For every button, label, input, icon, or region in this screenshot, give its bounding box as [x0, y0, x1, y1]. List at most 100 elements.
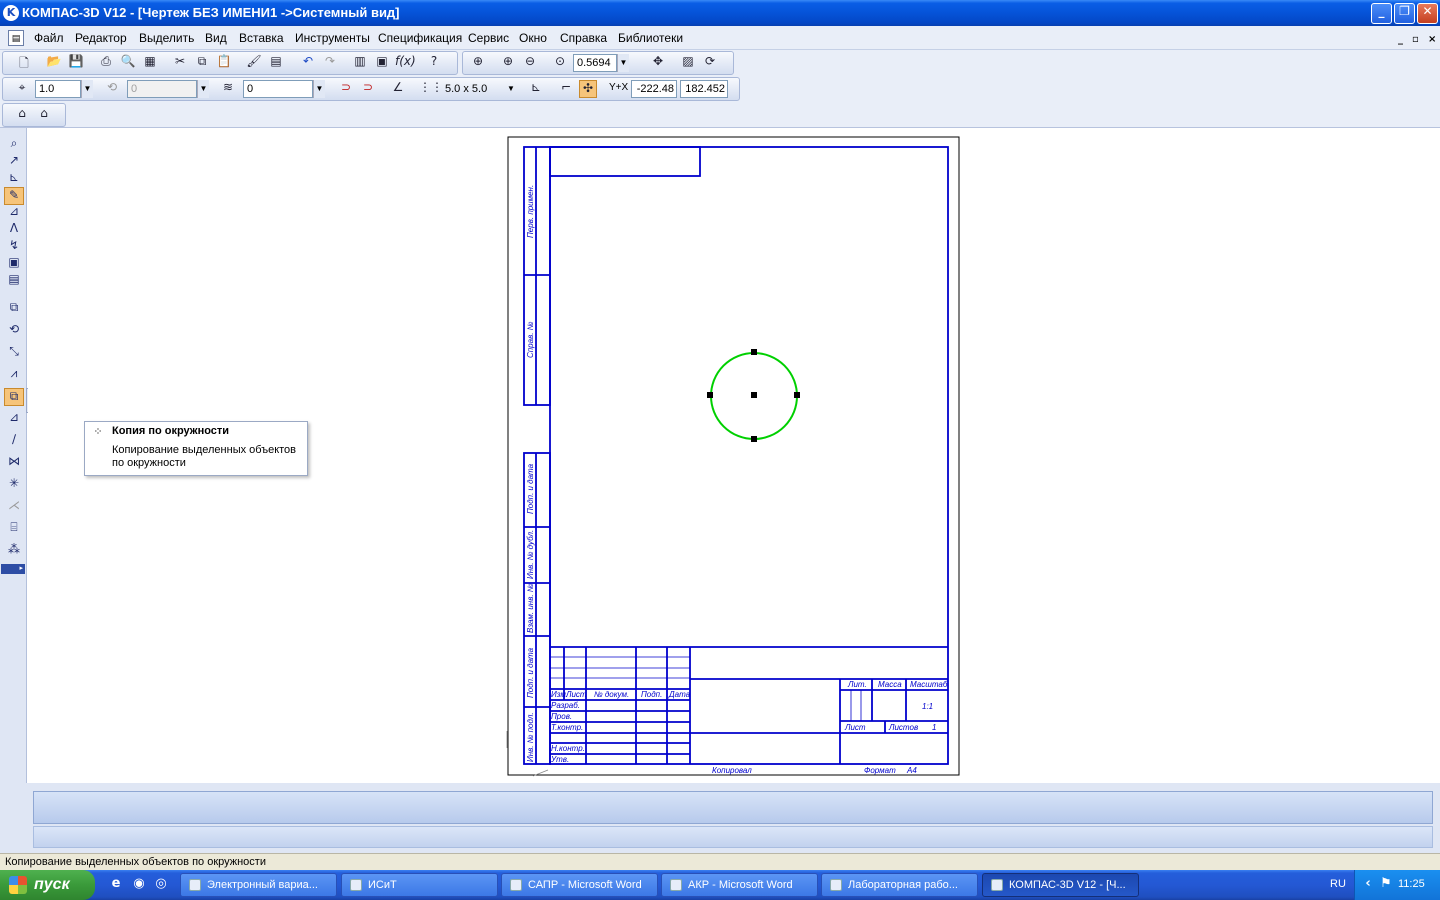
- close-button[interactable]: ✕: [1417, 3, 1438, 24]
- task-button[interactable]: Лабораторная рабо...: [821, 873, 978, 897]
- layers-icon[interactable]: ≋: [219, 80, 237, 98]
- refresh-icon[interactable]: ⟳: [701, 54, 719, 72]
- document-icon[interactable]: ▤: [8, 30, 24, 46]
- restore-button[interactable]: ❐: [1394, 3, 1415, 24]
- designations-panel-icon[interactable]: ⊾: [4, 170, 24, 188]
- coord-y-field[interactable]: 182.452: [680, 80, 728, 98]
- cursor-snap-icon[interactable]: ✣: [579, 80, 597, 98]
- scale-field[interactable]: 1.0: [35, 80, 81, 98]
- trim-icon[interactable]: ∕: [4, 432, 24, 450]
- rotate-icon[interactable]: ⟲: [4, 322, 24, 340]
- scale-dropdown-arrow[interactable]: ▼: [81, 80, 93, 98]
- task-button-active[interactable]: КОМПАС-3D V12 - [Ч...: [982, 873, 1139, 897]
- open-file-icon[interactable]: 📂: [45, 54, 63, 72]
- cut-icon[interactable]: ✂: [171, 54, 189, 72]
- task-button[interactable]: ИСиТ: [341, 873, 498, 897]
- preview-icon[interactable]: ▦: [141, 54, 159, 72]
- select-panel-icon[interactable]: ↯: [4, 238, 24, 256]
- zoom-field[interactable]: 0.5694: [573, 54, 617, 72]
- local-cs-icon[interactable]: ⌖: [13, 80, 31, 98]
- zoom-out-icon[interactable]: ⊖: [521, 54, 539, 72]
- menu-window[interactable]: Окно: [519, 31, 547, 45]
- grid-icon[interactable]: ⋮⋮: [419, 80, 443, 98]
- associative-views-icon[interactable]: ▣: [4, 255, 24, 273]
- menu-view[interactable]: Вид: [205, 31, 227, 45]
- function-icon[interactable]: f(x): [395, 54, 416, 72]
- language-indicator[interactable]: RU: [1330, 878, 1346, 890]
- snap-settings-icon[interactable]: ⊃: [359, 80, 377, 98]
- menu-editor[interactable]: Редактор: [75, 31, 127, 45]
- menu-libraries[interactable]: Библиотеки: [618, 31, 683, 45]
- help-pointer-icon[interactable]: ?: [425, 54, 443, 72]
- manager-icon[interactable]: ▥: [351, 54, 369, 72]
- task-button[interactable]: Электронный вариа...: [180, 873, 337, 897]
- symmetry-icon[interactable]: ⩘: [4, 366, 24, 384]
- panel-expand-icon[interactable]: ▸: [1, 564, 25, 574]
- task-button[interactable]: САПР - Microsoft Word: [501, 873, 658, 897]
- dimensions-panel-icon[interactable]: ↗: [4, 153, 24, 171]
- tree-icon[interactable]: ▣: [373, 54, 391, 72]
- move-icon[interactable]: ⧉: [4, 300, 24, 318]
- print-icon[interactable]: ⎙: [97, 54, 115, 72]
- print-preview-icon[interactable]: 🔍: [119, 54, 137, 72]
- tray-app-icon[interactable]: ⚑: [1377, 876, 1395, 894]
- start-button[interactable]: пуск: [0, 870, 95, 900]
- extend-icon[interactable]: ⋌: [4, 498, 24, 516]
- break-icon[interactable]: ✳: [4, 476, 24, 494]
- pan-icon[interactable]: ✥: [649, 54, 667, 72]
- minimize-button[interactable]: _: [1371, 3, 1392, 24]
- menu-help[interactable]: Справка: [560, 31, 607, 45]
- menu-service[interactable]: Сервис: [468, 31, 509, 45]
- save-icon[interactable]: 💾: [67, 54, 85, 72]
- ie-icon[interactable]: e: [107, 876, 125, 894]
- zoom-dropdown-arrow[interactable]: ▼: [617, 54, 629, 72]
- task-button[interactable]: АКР - Microsoft Word: [661, 873, 818, 897]
- orthogonal-icon[interactable]: ∠: [389, 80, 407, 98]
- specification-panel-icon[interactable]: ▤: [4, 272, 24, 290]
- fragment-icon[interactable]: ⁂: [4, 542, 24, 560]
- menu-specification[interactable]: Спецификация: [378, 31, 462, 45]
- tray-arrow-icon[interactable]: ‹: [1359, 876, 1377, 894]
- mdi-close-button[interactable]: ×: [1428, 34, 1436, 45]
- trim-two-points-icon[interactable]: ⋈: [4, 454, 24, 472]
- round-icon[interactable]: ⌐: [557, 80, 575, 98]
- layer-field[interactable]: 0: [243, 80, 313, 98]
- copy-icon[interactable]: ⧉: [193, 54, 211, 72]
- measure-panel-icon[interactable]: Λ: [4, 221, 24, 239]
- snap-icon[interactable]: ⊃: [337, 80, 355, 98]
- axis-icon[interactable]: ⊾: [527, 80, 545, 98]
- properties-panel[interactable]: [33, 791, 1433, 824]
- scale-icon[interactable]: ⤡: [4, 344, 24, 362]
- format-painter-icon[interactable]: 🖌: [245, 54, 263, 72]
- menu-tools[interactable]: Инструменты: [295, 31, 370, 45]
- media-player-icon[interactable]: ◉: [130, 876, 148, 894]
- paste-icon[interactable]: 📋: [215, 54, 233, 72]
- home-view-icon[interactable]: ⌂: [13, 106, 31, 124]
- grid-value[interactable]: 5.0 x 5.0: [445, 83, 487, 95]
- layer-dropdown-arrow[interactable]: ▼: [313, 80, 325, 98]
- undo-icon[interactable]: ↶: [299, 54, 317, 72]
- editing-panel-icon[interactable]: ✎: [4, 187, 24, 205]
- menu-select[interactable]: Выделить: [139, 31, 194, 45]
- zoom-in-icon[interactable]: ⊕: [499, 54, 517, 72]
- parametrization-panel-icon[interactable]: ⊿: [4, 204, 24, 222]
- mdi-minimize-button[interactable]: _: [1398, 34, 1403, 45]
- explode-icon[interactable]: ⌸: [4, 520, 24, 538]
- geometry-panel-icon[interactable]: ⌕: [4, 136, 24, 154]
- zoom-window-icon[interactable]: ⊕: [469, 54, 487, 72]
- new-file-icon[interactable]: 🗋: [15, 54, 33, 72]
- menu-file[interactable]: Файл: [34, 31, 64, 45]
- handle-center: [751, 392, 757, 398]
- menu-insert[interactable]: Вставка: [239, 31, 284, 45]
- show-all-icon[interactable]: ▨: [679, 54, 697, 72]
- view-settings-icon[interactable]: ⌂: [35, 106, 53, 124]
- deform-icon[interactable]: ⊿: [4, 410, 24, 428]
- grid-dropdown-arrow[interactable]: ▼: [505, 80, 517, 98]
- browser-icon[interactable]: ◎: [152, 876, 170, 894]
- copy-tool-icon[interactable]: ⧉: [4, 388, 24, 406]
- properties-icon[interactable]: ▤: [267, 54, 285, 72]
- zoom-scale-icon[interactable]: ⊙: [551, 54, 569, 72]
- mdi-restore-button[interactable]: ▫: [1412, 34, 1419, 45]
- redo-icon[interactable]: ↷: [321, 54, 339, 72]
- coord-x-field[interactable]: -222.48: [631, 80, 677, 98]
